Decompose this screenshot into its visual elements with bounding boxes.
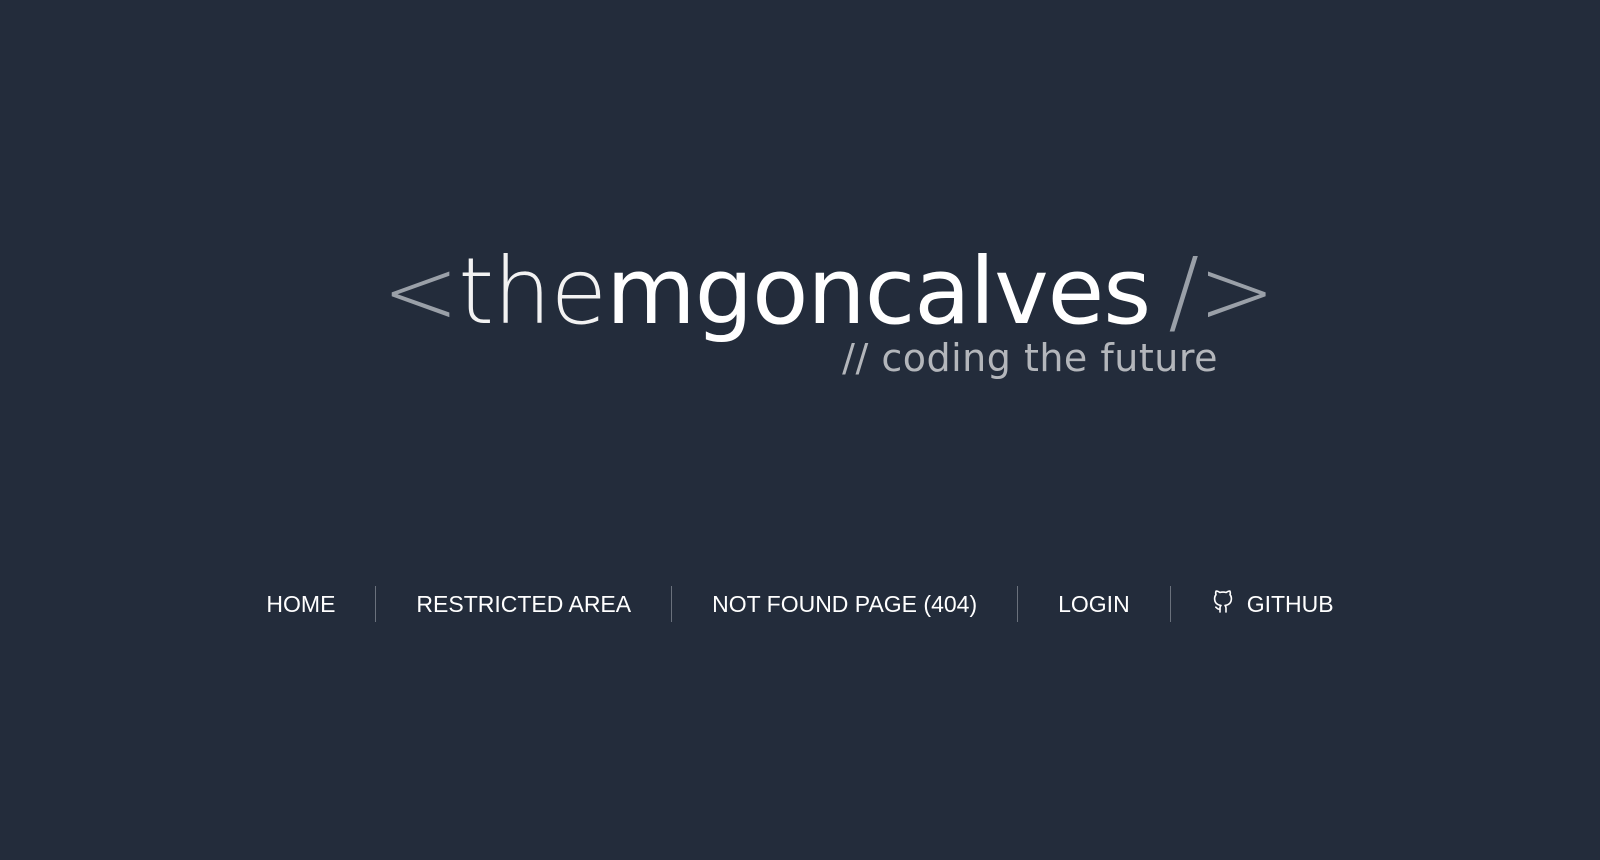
nav-item-label: GITHUB [1246, 590, 1334, 617]
logo-prefix: the [458, 238, 607, 345]
nav-item-home[interactable]: HOME [226, 586, 375, 622]
github-icon [1211, 585, 1237, 615]
nav-item-label: LOGIN [1058, 590, 1130, 617]
site-logo[interactable]: <themgoncalves/> // coding the future [382, 232, 1275, 402]
main-navigation: HOME RESTRICTED AREA NOT FOUND PAGE (404… [0, 584, 1600, 624]
nav-item-not-found-page[interactable]: NOT FOUND PAGE (404) [672, 586, 1017, 622]
nav-item-label: RESTRICTED AREA [416, 590, 632, 617]
logo-close-bracket: /> [1168, 238, 1275, 345]
nav-item-restricted-area[interactable]: RESTRICTED AREA [376, 586, 671, 622]
nav-item-login[interactable]: LOGIN [1018, 586, 1170, 622]
nav-item-github[interactable]: GITHUB [1171, 586, 1374, 622]
logo-tagline: // coding the future [842, 336, 1218, 380]
page: <themgoncalves/> // coding the future HO… [0, 0, 1600, 860]
nav-item-label: HOME [266, 590, 336, 617]
logo-open-bracket: < [382, 238, 459, 345]
logo-wordmark: <themgoncalves/> [382, 232, 1275, 352]
nav-item-label: NOT FOUND PAGE (404) [712, 590, 978, 617]
logo-name: mgoncalves [606, 238, 1151, 345]
